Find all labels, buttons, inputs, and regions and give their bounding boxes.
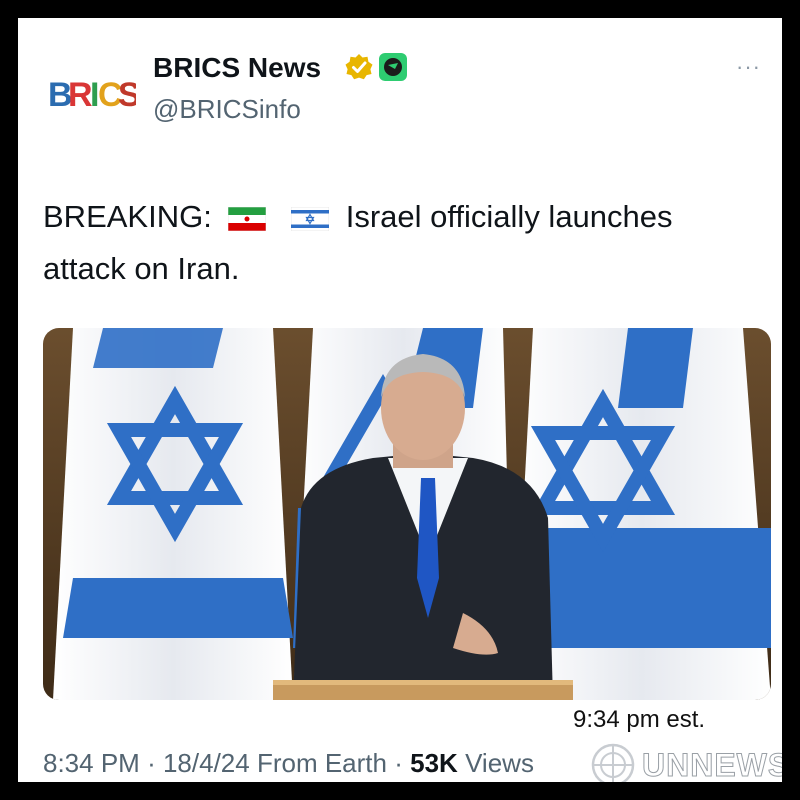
israel-flag-backdrop <box>513 328 771 700</box>
svg-text:S: S <box>118 76 136 114</box>
tweet-location: From Earth <box>256 748 387 778</box>
meta-separator: · <box>394 748 403 778</box>
tweet-card: B R I C S BRICS News @BRICSinfo ··· BREA… <box>18 18 782 782</box>
time-overlay-note: 9:34 pm est. <box>573 706 706 733</box>
svg-text:R: R <box>68 76 93 114</box>
tweet-text: BREAKING: Israel officially launches att… <box>43 193 763 293</box>
views-count[interactable]: 53K <box>410 748 458 778</box>
tweet-metadata: 8:34 PM · 18/4/24 From Earth · 53K Views <box>43 748 534 779</box>
un-emblem-icon <box>591 743 635 782</box>
podium <box>273 680 573 700</box>
meta-separator: · <box>147 748 156 778</box>
more-options-icon[interactable]: ··· <box>736 54 761 80</box>
author-display-name[interactable]: BRICS News <box>153 52 321 84</box>
affiliate-badge-icon[interactable] <box>378 52 408 82</box>
watermark-text: UNNEWS <box>641 746 782 782</box>
views-label: Views <box>465 748 534 778</box>
brics-logo-avatar[interactable]: B R I C S <box>46 70 141 114</box>
tweet-date[interactable]: 18/4/24 <box>163 748 250 778</box>
israel-flag-backdrop <box>53 328 293 700</box>
israel-flag-icon <box>290 197 330 245</box>
verified-badge-icon <box>345 54 373 80</box>
breaking-prefix: BREAKING: <box>43 199 212 234</box>
iran-flag-icon <box>228 197 267 245</box>
watermark: UNNEWS <box>590 742 782 782</box>
author-handle[interactable]: @BRICSinfo <box>153 94 301 125</box>
author-badges <box>344 52 408 82</box>
tweet-time[interactable]: 8:34 PM <box>43 748 140 778</box>
tweet-media-photo[interactable] <box>43 328 771 700</box>
